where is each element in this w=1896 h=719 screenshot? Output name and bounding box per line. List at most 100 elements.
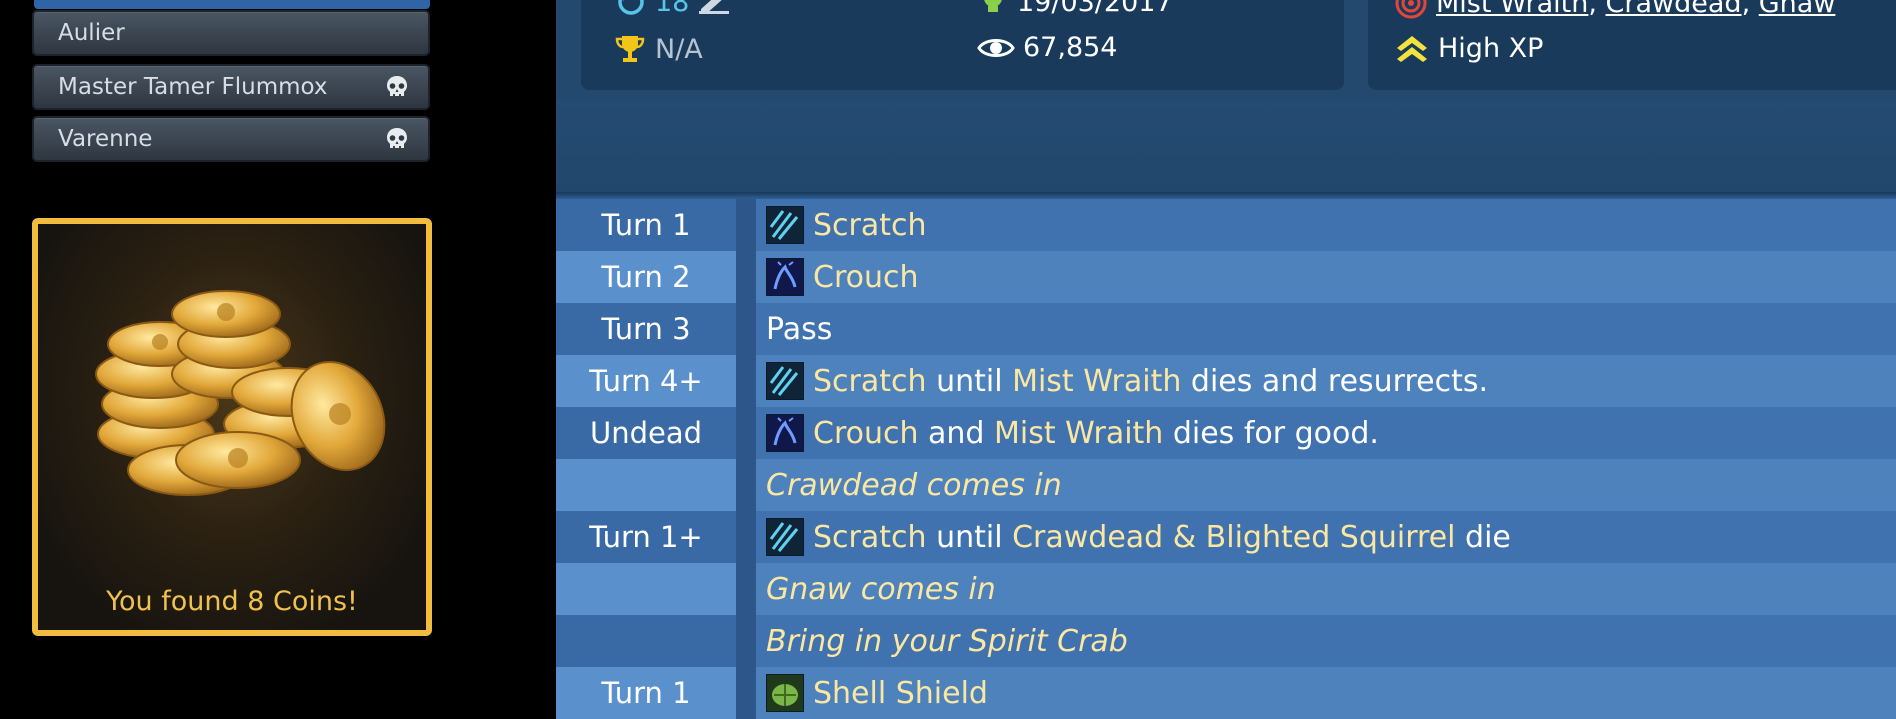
strategy-step: Scratch bbox=[756, 206, 927, 244]
step-highlight-text: Scratch bbox=[813, 519, 927, 555]
enemy-link-mist-wraith[interactable]: Mist Wraith bbox=[1436, 0, 1588, 19]
strategy-row: Gnaw comes in bbox=[556, 563, 1896, 615]
step-text: die bbox=[1455, 519, 1511, 555]
step-highlight-text: Scratch bbox=[813, 207, 927, 243]
crouch-icon bbox=[766, 414, 804, 452]
sidebar-item-aulier[interactable]: Aulier bbox=[32, 10, 430, 56]
step-text: comes in bbox=[851, 571, 996, 607]
strategy-step: Crouch and Mist Wraith dies for good. bbox=[756, 414, 1379, 452]
step-text: comes in bbox=[917, 467, 1062, 503]
trophy-icon bbox=[615, 36, 645, 62]
sidebar-item-label: Varenne bbox=[58, 126, 153, 152]
enemy-link-crawdead[interactable]: Crawdead bbox=[1606, 0, 1742, 19]
table-top-border bbox=[556, 192, 1896, 199]
strategy-row: Turn 4+ Scratch until Mist Wraith dies an… bbox=[556, 355, 1896, 407]
sidebar-item-master-tamer-flummox[interactable]: Master Tamer Flummox bbox=[32, 64, 430, 110]
column-divider bbox=[736, 563, 756, 615]
column-divider bbox=[736, 199, 756, 251]
step-text: Pass bbox=[766, 311, 833, 347]
step-highlight-text: Scratch bbox=[813, 363, 927, 399]
column-divider bbox=[736, 407, 756, 459]
edit-pencil-icon[interactable] bbox=[697, 0, 731, 15]
strategy-row: Bring in your Spirit Crab bbox=[556, 615, 1896, 667]
strategy-step: Pass bbox=[756, 312, 832, 347]
sidebar-item-varenne[interactable]: Varenne bbox=[32, 116, 430, 162]
turn-label: Turn 3 bbox=[556, 303, 736, 355]
column-divider bbox=[736, 303, 756, 355]
rating-value: 18 bbox=[655, 0, 690, 18]
strategy-row: Turn 1+ Scratch until Crawdead & Blighted… bbox=[556, 511, 1896, 563]
step-highlight-text: Crouch bbox=[813, 415, 919, 451]
strategy-step: Scratch until Crawdead & Blighted Squirr… bbox=[756, 518, 1511, 556]
step-highlight-text: Gnaw bbox=[766, 571, 852, 607]
rating-stat: 18 bbox=[615, 0, 731, 18]
turn-label: Undead bbox=[556, 407, 736, 459]
scratch-icon bbox=[766, 206, 804, 244]
trophy-value: N/A bbox=[655, 33, 703, 65]
column-divider bbox=[736, 355, 756, 407]
step-highlight-text: Mist Wraith bbox=[994, 415, 1164, 451]
lightbulb-icon bbox=[984, 0, 1002, 12]
turn-label: Turn 1 bbox=[556, 199, 736, 251]
strategy-step: Crouch bbox=[756, 258, 919, 296]
scratch-icon bbox=[766, 518, 804, 556]
step-highlight-text: Shell Shield bbox=[813, 675, 988, 711]
sidebar-item-label: Master Tamer Flummox bbox=[58, 74, 328, 100]
strategy-step: Shell Shield bbox=[756, 674, 988, 712]
views-stat: 67,854 bbox=[977, 32, 1117, 63]
views-value: 67,854 bbox=[1023, 32, 1118, 63]
strategy-step: Gnaw comes in bbox=[756, 572, 996, 607]
column-divider bbox=[736, 667, 756, 719]
sidebar-item-selected-edge[interactable] bbox=[34, 0, 430, 9]
strategy-step: Bring in your Spirit Crab bbox=[756, 624, 1128, 659]
crouch-icon bbox=[766, 258, 804, 296]
enemy-link-gnaw[interactable]: Gnaw bbox=[1759, 0, 1836, 19]
step-text: Bring in your bbox=[766, 623, 969, 659]
coins-icon bbox=[95, 290, 386, 496]
enemy-separator: , bbox=[1588, 0, 1606, 19]
target-icon bbox=[1395, 0, 1427, 19]
strategy-row: Turn 3 Pass bbox=[556, 303, 1896, 355]
coin-reward-card[interactable]: You found 8 Coins! bbox=[32, 218, 432, 636]
section-divider bbox=[556, 100, 1896, 192]
turn-label: Turn 2 bbox=[556, 251, 736, 303]
eye-icon bbox=[977, 38, 1015, 57]
step-text: dies for good. bbox=[1163, 415, 1379, 451]
column-divider bbox=[736, 511, 756, 563]
step-highlight-text: Crouch bbox=[813, 259, 919, 295]
skull-icon bbox=[387, 76, 407, 96]
turn-label: Turn 4+ bbox=[556, 355, 736, 407]
step-text: until bbox=[926, 519, 1013, 555]
opponents-info-card: Mist Wraith, Crawdead, Gnaw High XP bbox=[1368, 0, 1896, 90]
skull-icon bbox=[387, 128, 407, 148]
strategy-row: Turn 2 Crouch bbox=[556, 251, 1896, 303]
enemies-stat: Mist Wraith, Crawdead, Gnaw bbox=[1394, 0, 1835, 20]
strategy-row: Turn 1 Scratch bbox=[556, 199, 1896, 251]
step-highlight-text: Mist Wraith bbox=[1012, 363, 1182, 399]
xp-value: High XP bbox=[1438, 32, 1544, 64]
turn-label bbox=[556, 615, 736, 667]
sidebar-item-label: Aulier bbox=[58, 20, 125, 46]
xp-stat: High XP bbox=[1394, 32, 1543, 64]
sidebar: Aulier Master Tamer Flummox Varenne You … bbox=[0, 0, 556, 692]
main-content: 18 N/A 19/03/2017 67,854 Mist Wraith, Cr… bbox=[556, 0, 1896, 719]
trophy-stat: N/A bbox=[613, 32, 703, 66]
strategy-row: Crawdead comes in bbox=[556, 459, 1896, 511]
step-highlight-text: Crawdead bbox=[766, 467, 918, 503]
battle-info-card: 18 N/A 19/03/2017 67,854 bbox=[581, 0, 1344, 90]
date-stat: 19/03/2017 bbox=[977, 0, 1173, 18]
step-highlight-text: Spirit Crab bbox=[968, 623, 1128, 659]
column-divider bbox=[736, 615, 756, 667]
double-chevron-up-icon bbox=[1397, 36, 1427, 62]
refresh-icon bbox=[618, 0, 644, 15]
turn-label bbox=[556, 563, 736, 615]
column-divider bbox=[736, 459, 756, 511]
column-divider bbox=[736, 251, 756, 303]
step-text: dies and resurrects. bbox=[1181, 363, 1489, 399]
strategy-row: Undead Crouch and Mist Wraith dies for go… bbox=[556, 407, 1896, 459]
step-text: and bbox=[918, 415, 995, 451]
strategy-step: Scratch until Mist Wraith dies and resur… bbox=[756, 362, 1488, 400]
turn-label bbox=[556, 459, 736, 511]
date-value: 19/03/2017 bbox=[1017, 0, 1173, 18]
scratch-icon bbox=[766, 362, 804, 400]
